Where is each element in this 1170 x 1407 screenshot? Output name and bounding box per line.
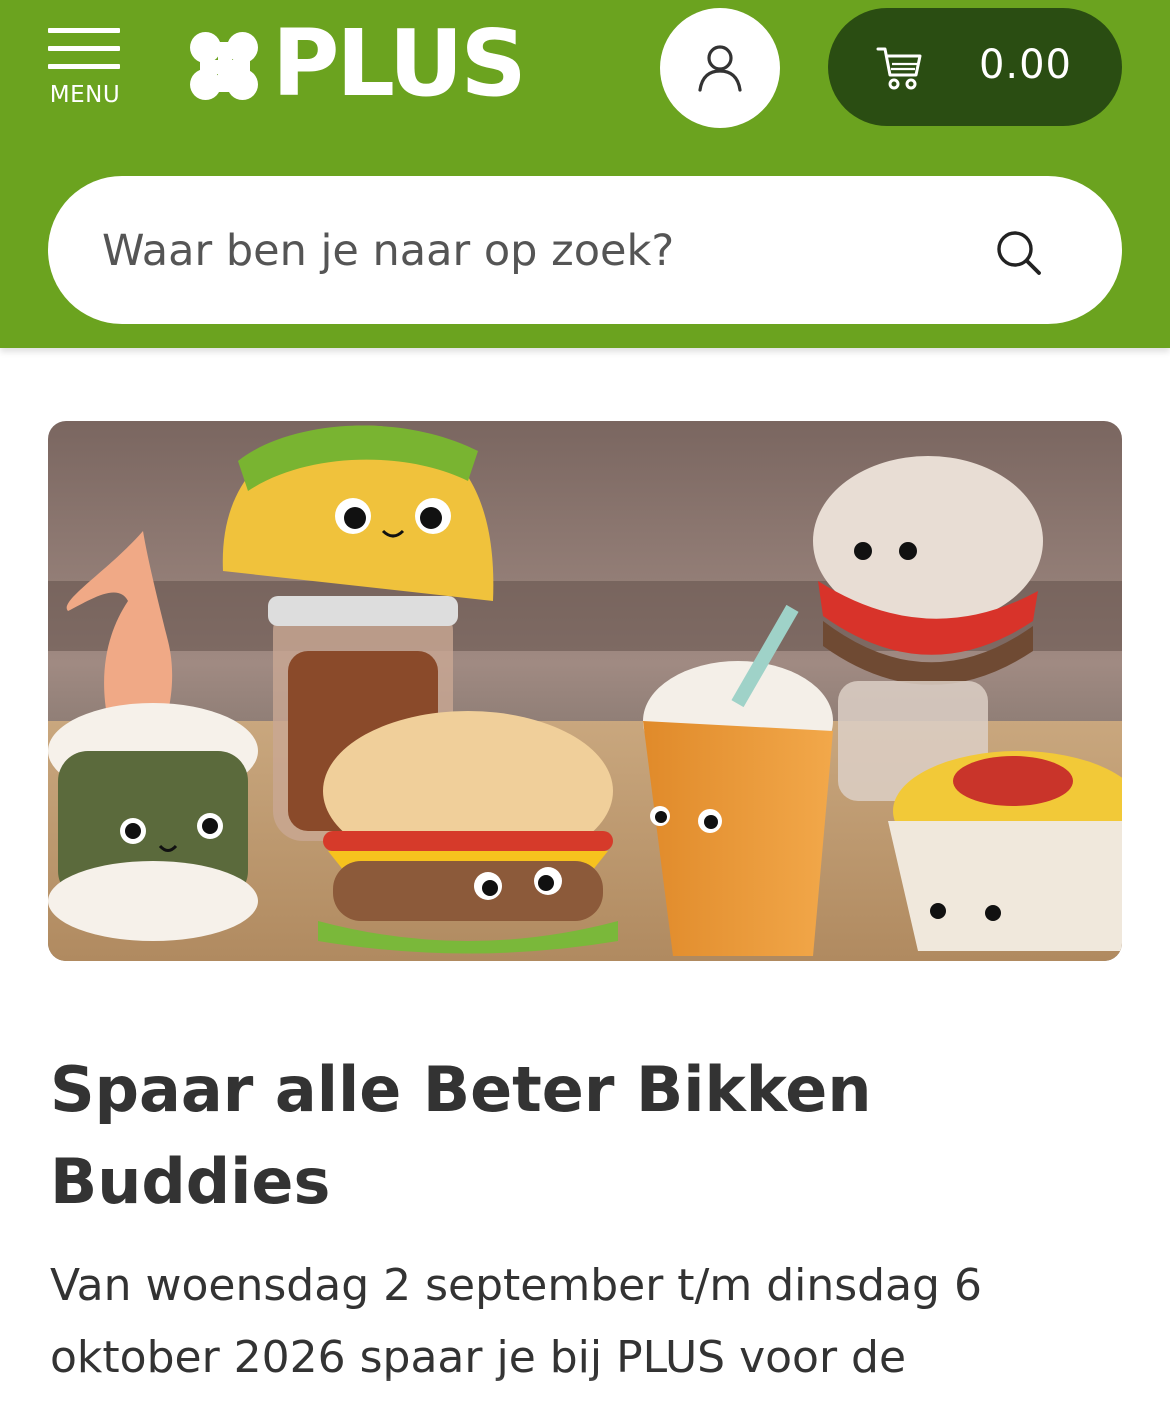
account-button[interactable] bbox=[660, 8, 780, 128]
search-icon[interactable] bbox=[994, 228, 1042, 276]
article-intro: Van woensdag 2 september t/m dinsdag 6 o… bbox=[50, 1260, 982, 1383]
logo-text: PLUS bbox=[272, 10, 527, 117]
cart-button[interactable]: 0.00 bbox=[828, 8, 1122, 126]
cart-icon bbox=[876, 47, 922, 90]
cart-total: 0.00 bbox=[978, 42, 1072, 88]
hero-image[interactable] bbox=[48, 421, 1122, 961]
hamburger-icon bbox=[48, 28, 120, 33]
site-header: MENU PLUS 0.00 bbox=[0, 0, 1170, 348]
menu-label: MENU bbox=[49, 82, 121, 108]
hamburger-icon-bar bbox=[48, 46, 120, 51]
plus-logo[interactable]: PLUS bbox=[190, 18, 560, 110]
hamburger-icon-bar bbox=[48, 64, 120, 69]
bottom-fade bbox=[0, 1376, 1170, 1407]
article-title: Spaar alle Beter Bikken Buddies bbox=[50, 1053, 872, 1218]
clover-logo-icon bbox=[190, 32, 260, 102]
search-input[interactable] bbox=[100, 210, 964, 292]
menu-button[interactable]: MENU bbox=[46, 26, 124, 112]
user-icon bbox=[698, 45, 742, 92]
plush-toys-photo bbox=[48, 421, 1122, 961]
search-bar bbox=[48, 176, 1122, 324]
